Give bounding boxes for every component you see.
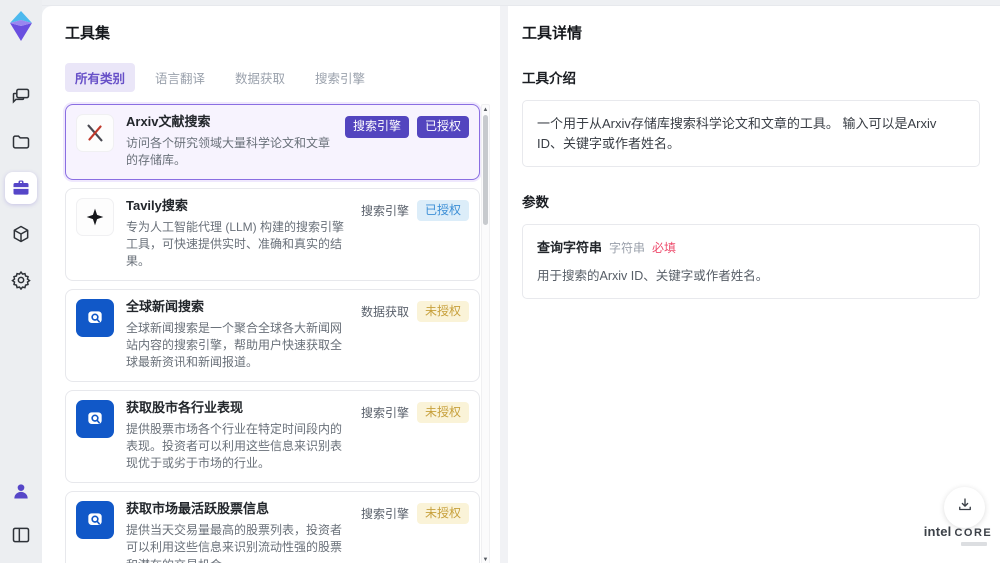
scroll-up-arrow-icon[interactable]: ▲ xyxy=(482,106,489,114)
tool-name: Tavily搜索 xyxy=(126,197,188,213)
tool-card-global-news[interactable]: 全球新闻搜索 全球新闻搜索是一个聚合全球各大新闻网站内容的搜索引擎，帮助用户快速… xyxy=(65,288,480,382)
nav-chat-button[interactable] xyxy=(5,80,37,112)
param-description: 用于搜索的Arxiv ID、关键字或作者姓名。 xyxy=(537,268,769,283)
auth-status-badge: 未授权 xyxy=(416,401,469,424)
folder-icon xyxy=(11,132,31,152)
tool-description: 专为人工智能代理 (LLM) 构建的搜索引擎工具，可快速提供实时、准确和真实的结… xyxy=(126,219,345,269)
category-label: 搜索引擎 xyxy=(360,406,409,421)
tavily-logo-icon xyxy=(76,197,114,236)
detail-title: 工具详情 xyxy=(522,25,583,42)
intro-text: 一个用于从Arxiv存储库搜索科学论文和文章的工具。 输入可以是Arxiv ID… xyxy=(537,116,937,151)
tool-name: 获取市场最活跃股票信息 xyxy=(126,500,270,516)
download-icon xyxy=(956,496,974,519)
auth-status-badge: 已授权 xyxy=(416,116,469,138)
nav-files-button[interactable] xyxy=(5,126,37,158)
tool-description: 访问各个研究领域大量科学论文和文章的存储库。 xyxy=(126,135,331,168)
tab-search-engine[interactable]: 搜索引擎 xyxy=(305,63,375,92)
tool-list: Arxiv文献搜索 访问各个研究领域大量科学论文和文章的存储库。 搜索引擎 已授… xyxy=(65,104,480,563)
nav-models-button[interactable] xyxy=(5,218,37,250)
tab-language-translation[interactable]: 语言翻译 xyxy=(145,63,215,92)
tool-description: 全球新闻搜索是一个聚合全球各大新闻网站内容的搜索引擎，帮助用户快速获取全球最新资… xyxy=(126,320,343,370)
cube-icon xyxy=(11,224,31,244)
stock-sector-logo-icon xyxy=(76,399,114,438)
intro-heading: 工具介绍 xyxy=(522,71,576,86)
intel-core-logo: intel core xyxy=(923,524,993,546)
nav-settings-button[interactable] xyxy=(5,264,37,296)
tool-detail-panel: 工具详情 工具介绍 一个用于从Arxiv存储库搜索科学论文和文章的工具。 输入可… xyxy=(508,6,1000,563)
tool-name: 获取股市各行业表现 xyxy=(126,399,244,415)
params-heading: 参数 xyxy=(522,195,549,210)
tool-card-most-active-stocks[interactable]: 获取市场最活跃股票信息 提供当天交易量最高的股票列表，投资者可以利用这些信息来识… xyxy=(65,490,480,563)
tool-description: 提供当天交易量最高的股票列表，投资者可以利用这些信息来识别流动性强的股票和潜在的… xyxy=(126,522,343,563)
tab-data-acquisition[interactable]: 数据获取 xyxy=(225,63,295,92)
nav-toolbox-button[interactable] xyxy=(5,172,37,204)
brand-intel-text: intel xyxy=(923,524,952,539)
category-label: 搜索引擎 xyxy=(360,507,409,522)
category-label: 搜索引擎 xyxy=(360,203,409,218)
chat-icon xyxy=(11,86,31,106)
auth-status-badge: 已授权 xyxy=(416,199,469,222)
tool-card-arxiv[interactable]: Arxiv文献搜索 访问各个研究领域大量科学论文和文章的存储库。 搜索引擎 已授… xyxy=(65,104,480,180)
param-name: 查询字符串 xyxy=(537,240,603,255)
auth-status-badge: 未授权 xyxy=(416,300,469,323)
scroll-down-arrow-icon[interactable]: ▼ xyxy=(482,556,489,563)
intro-box: 一个用于从Arxiv存储库搜索科学论文和文章的工具。 输入可以是Arxiv ID… xyxy=(522,100,980,167)
param-type: 字符串 xyxy=(609,241,646,255)
tool-name: 全球新闻搜索 xyxy=(126,298,205,314)
panel-divider xyxy=(500,6,508,563)
tab-all-categories[interactable]: 所有类别 xyxy=(65,63,136,92)
tool-card-tavily[interactable]: Tavily搜索 专为人工智能代理 (LLM) 构建的搜索引擎工具，可快速提供实… xyxy=(65,187,480,281)
gear-icon xyxy=(11,270,31,290)
tool-description: 提供股票市场各个行业在特定时间段内的表现。投资者可以利用这些信息来识别表现优于或… xyxy=(126,421,343,471)
tools-panel: 工具集 所有类别 语言翻译 数据获取 搜索引擎 Arxiv文献搜索 访问各个研究… xyxy=(42,6,500,563)
sidebar-toggle-icon xyxy=(11,525,31,545)
category-badge: 搜索引擎 xyxy=(344,116,409,138)
news-search-logo-icon xyxy=(76,298,114,337)
list-scrollbar[interactable]: ▲ ▼ xyxy=(481,104,490,563)
page-title: 工具集 xyxy=(65,25,111,42)
category-label: 数据获取 xyxy=(360,305,409,320)
app-logo xyxy=(10,11,32,41)
nav-user-button[interactable] xyxy=(5,475,37,507)
left-rail xyxy=(0,0,42,563)
tool-name: Arxiv文献搜索 xyxy=(126,114,211,129)
brand-sub-mark xyxy=(961,542,987,546)
user-icon xyxy=(11,481,31,501)
tool-card-sector-performance[interactable]: 获取股市各行业表现 提供股票市场各个行业在特定时间段内的表现。投资者可以利用这些… xyxy=(65,389,480,483)
arxiv-logo-icon xyxy=(76,114,114,152)
category-tabs: 所有类别 语言翻译 数据获取 搜索引擎 xyxy=(65,63,500,92)
active-stocks-logo-icon xyxy=(76,500,114,539)
nav-panel-toggle-button[interactable] xyxy=(5,519,37,551)
param-box: 查询字符串 字符串 必填 用于搜索的Arxiv ID、关键字或作者姓名。 xyxy=(522,224,980,300)
param-required-flag: 必填 xyxy=(652,241,677,255)
brand-core-text: core xyxy=(954,527,993,539)
download-button[interactable] xyxy=(944,487,985,528)
toolbox-icon xyxy=(11,178,31,198)
scrollbar-thumb[interactable] xyxy=(483,115,488,225)
auth-status-badge: 未授权 xyxy=(416,502,469,525)
